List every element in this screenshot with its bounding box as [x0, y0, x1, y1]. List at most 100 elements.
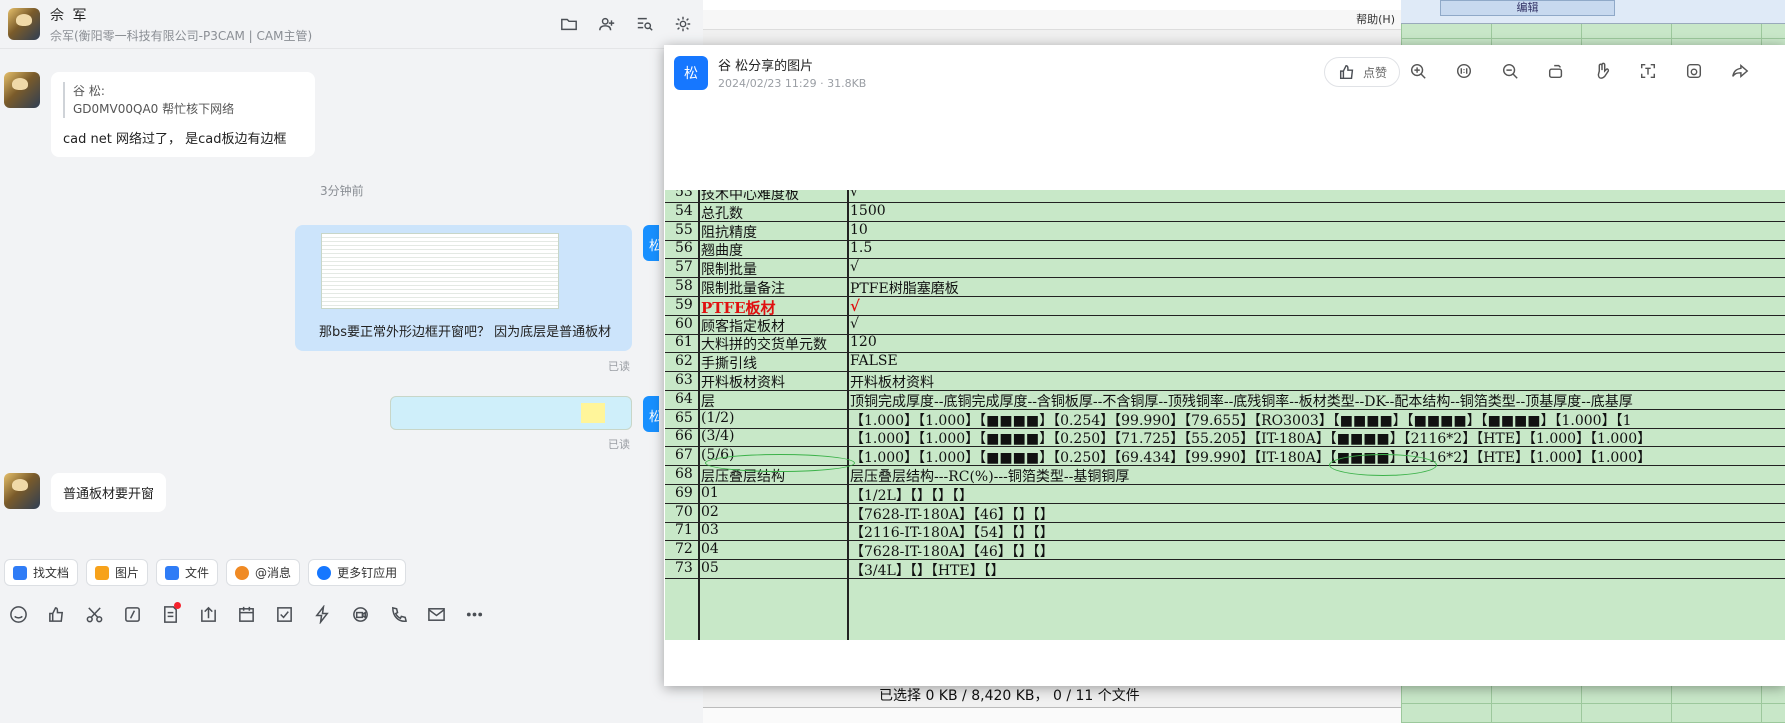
button-label: 文件 [185, 566, 210, 580]
calendar-icon[interactable] [236, 604, 256, 624]
add-user-icon[interactable] [597, 14, 617, 34]
scissors-icon[interactable] [84, 604, 104, 624]
images-button[interactable]: 图片 [86, 559, 149, 586]
message-text: 普通板材要开窗 [63, 487, 155, 502]
input-toolbar [8, 602, 484, 624]
files-button[interactable]: 文件 [156, 559, 219, 586]
row-value: 【7628-IT-180A】【46】【】【】 [850, 544, 1054, 561]
hand-icon[interactable] [1592, 61, 1612, 81]
folder-icon[interactable] [559, 14, 579, 34]
sheet-row: 59 PTFE板材 √ [665, 297, 1785, 317]
sheet-row: 58 限制批量备注 PTFE树脂塞磨板 [665, 278, 1785, 297]
row-value: 【1.000】【1.000】【■■■■】【0.254】【99.990】【79.6… [850, 412, 1632, 429]
row-key: 05 [701, 560, 719, 576]
phone-icon[interactable] [388, 604, 408, 624]
spreadsheet-edit-button[interactable]: 编辑 [1440, 0, 1615, 16]
chat-header: 佘 军 佘军(衡阳零一科技有限公司-P3CAM | CAM主管) [0, 0, 703, 49]
row-value: 【3/4L】【】【HTE】【】 [850, 563, 1005, 579]
viewer-title: 谷 松分享的图片 [718, 59, 814, 74]
sheet-row: 72 04 【7628-IT-180A】【46】【】【】 [665, 541, 1785, 561]
quoted-message[interactable]: 谷 松: GD0MV00QA0 帮忙核下网络 [63, 82, 303, 118]
image-message[interactable] [390, 396, 632, 430]
sheet-row: 57 限制批量 √ [665, 259, 1785, 279]
file-status-bar: 已选择 0 KB / 8,420 KB， 0 / 11 个文件 [664, 683, 1401, 707]
row-key: 开料板材资料 [701, 375, 785, 391]
document-icon[interactable] [160, 602, 181, 624]
thumbs-up-icon [1337, 62, 1357, 82]
sheet-row: 56 翘曲度 1.5 [665, 240, 1785, 260]
find-docs-button[interactable]: 找文档 [4, 559, 79, 586]
sheet-row: 65 (1/2) 【1.000】【1.000】【■■■■】【0.254】【99.99… [665, 410, 1785, 429]
notification-dot [174, 602, 181, 609]
row-key: 大料拼的交货单元数 [701, 337, 827, 354]
sheet-row: 64 层顶铜完成厚度--底铜完成厚度--含铜板厚--不含铜厚--顶残铜率--底残铜… [665, 391, 1785, 410]
read-status: 已读 [608, 438, 630, 451]
row-key: 03 [701, 522, 719, 539]
sheet-row: 61 大料拼的交货单元数 120 [665, 334, 1785, 354]
avatar[interactable]: 松 [643, 225, 659, 261]
row-value: 1.5 [850, 240, 873, 257]
quote-text: GD0MV00QA0 帮忙核下网络 [73, 102, 235, 116]
zoom-in-icon[interactable] [1408, 61, 1428, 81]
sheet-row: 55 阻抗精度 10 [665, 222, 1785, 241]
help-menu[interactable]: 帮助(H) [664, 10, 1401, 30]
viewer-meta: 2024/02/23 11:29 · 31.8KB [718, 77, 867, 90]
row-key: 01 [701, 484, 719, 501]
at-icon [235, 565, 250, 580]
row-value: √ [850, 315, 859, 332]
thumbs-up-icon[interactable] [46, 604, 66, 624]
row-key: (1/2) [701, 409, 735, 426]
gear-icon[interactable] [673, 14, 693, 34]
folder-icon [165, 565, 180, 580]
sheet-row: 60 顾客指定板材 √ [665, 316, 1785, 335]
more-icon[interactable] [464, 604, 484, 624]
message-bubble[interactable]: 普通板材要开窗 [51, 473, 167, 512]
row-key: 手撕引线 [701, 356, 757, 373]
quick-actions: 找文档 图片 文件 @消息 更多钉应用 [4, 559, 407, 586]
sheet-row: 53 技术中心难度板 √ [665, 190, 1785, 203]
search-history-icon[interactable] [635, 14, 655, 34]
row-key: 限制批量 [701, 262, 757, 279]
sheet-row: 63 开料板材资料 开料板材资料 [665, 372, 1785, 391]
avatar[interactable] [8, 8, 40, 40]
mail-icon[interactable] [426, 604, 446, 624]
row-value: 1500 [850, 202, 886, 219]
lightning-icon[interactable] [312, 604, 332, 624]
share-icon[interactable] [1730, 61, 1750, 81]
message-bubble[interactable]: 谷 松: GD0MV00QA0 帮忙核下网络 cad net 网络过了， 是ca… [51, 72, 315, 157]
row-key: 顾客指定板材 [701, 318, 785, 335]
command-icon[interactable] [122, 604, 142, 624]
row-value: √ [850, 190, 859, 200]
save-image-icon[interactable] [1684, 61, 1704, 81]
like-label: 点赞 [1363, 65, 1388, 80]
sheet-row: 69 01 【1/2L】【】【】【】 [665, 485, 1785, 504]
avatar[interactable]: 松 [643, 396, 659, 432]
row-value: 【1.000】【1.000】【■■■■】【0.250】【71.725】【55.2… [850, 431, 1652, 448]
row-key: 层 [701, 393, 715, 410]
sheet-row: 71 03 【2116-IT-180A】【54】【】【】 [665, 522, 1785, 542]
row-value: 120 [850, 334, 877, 351]
rotate-icon[interactable] [1546, 61, 1566, 81]
emoji-icon[interactable] [8, 604, 28, 624]
row-key: 04 [701, 541, 719, 558]
sheet-row: 66 (3/4) 【1.000】【1.000】【■■■■】【0.250】【71.72… [665, 428, 1785, 448]
video-call-icon[interactable] [350, 604, 370, 624]
image-icon [95, 565, 110, 580]
like-button[interactable]: 点赞 [1324, 57, 1401, 87]
message-bubble[interactable]: 那bs要正常外形边框开窗吧？ 因为底层是普通板材 [295, 225, 632, 351]
zoom-out-icon[interactable] [1500, 61, 1520, 81]
row-value: FALSE [850, 353, 898, 370]
image-thumbnail[interactable] [321, 233, 559, 309]
original-size-icon[interactable] [1454, 61, 1474, 81]
mentions-button[interactable]: @消息 [226, 559, 301, 586]
more-apps-button[interactable]: 更多钉应用 [308, 559, 407, 586]
avatar[interactable] [4, 473, 40, 509]
message-time: 3分钟前 [320, 184, 364, 198]
crop-text-icon[interactable] [1638, 61, 1658, 81]
row-key: (3/4) [701, 428, 735, 445]
avatar[interactable] [4, 72, 40, 108]
checkbox-icon[interactable] [274, 604, 294, 624]
row-value: 【1.000】【1.000】【■■■■】【0.250】【69.434】【99.9… [850, 450, 1652, 467]
upload-icon[interactable] [198, 604, 218, 624]
button-label: 更多钉应用 [337, 566, 398, 580]
